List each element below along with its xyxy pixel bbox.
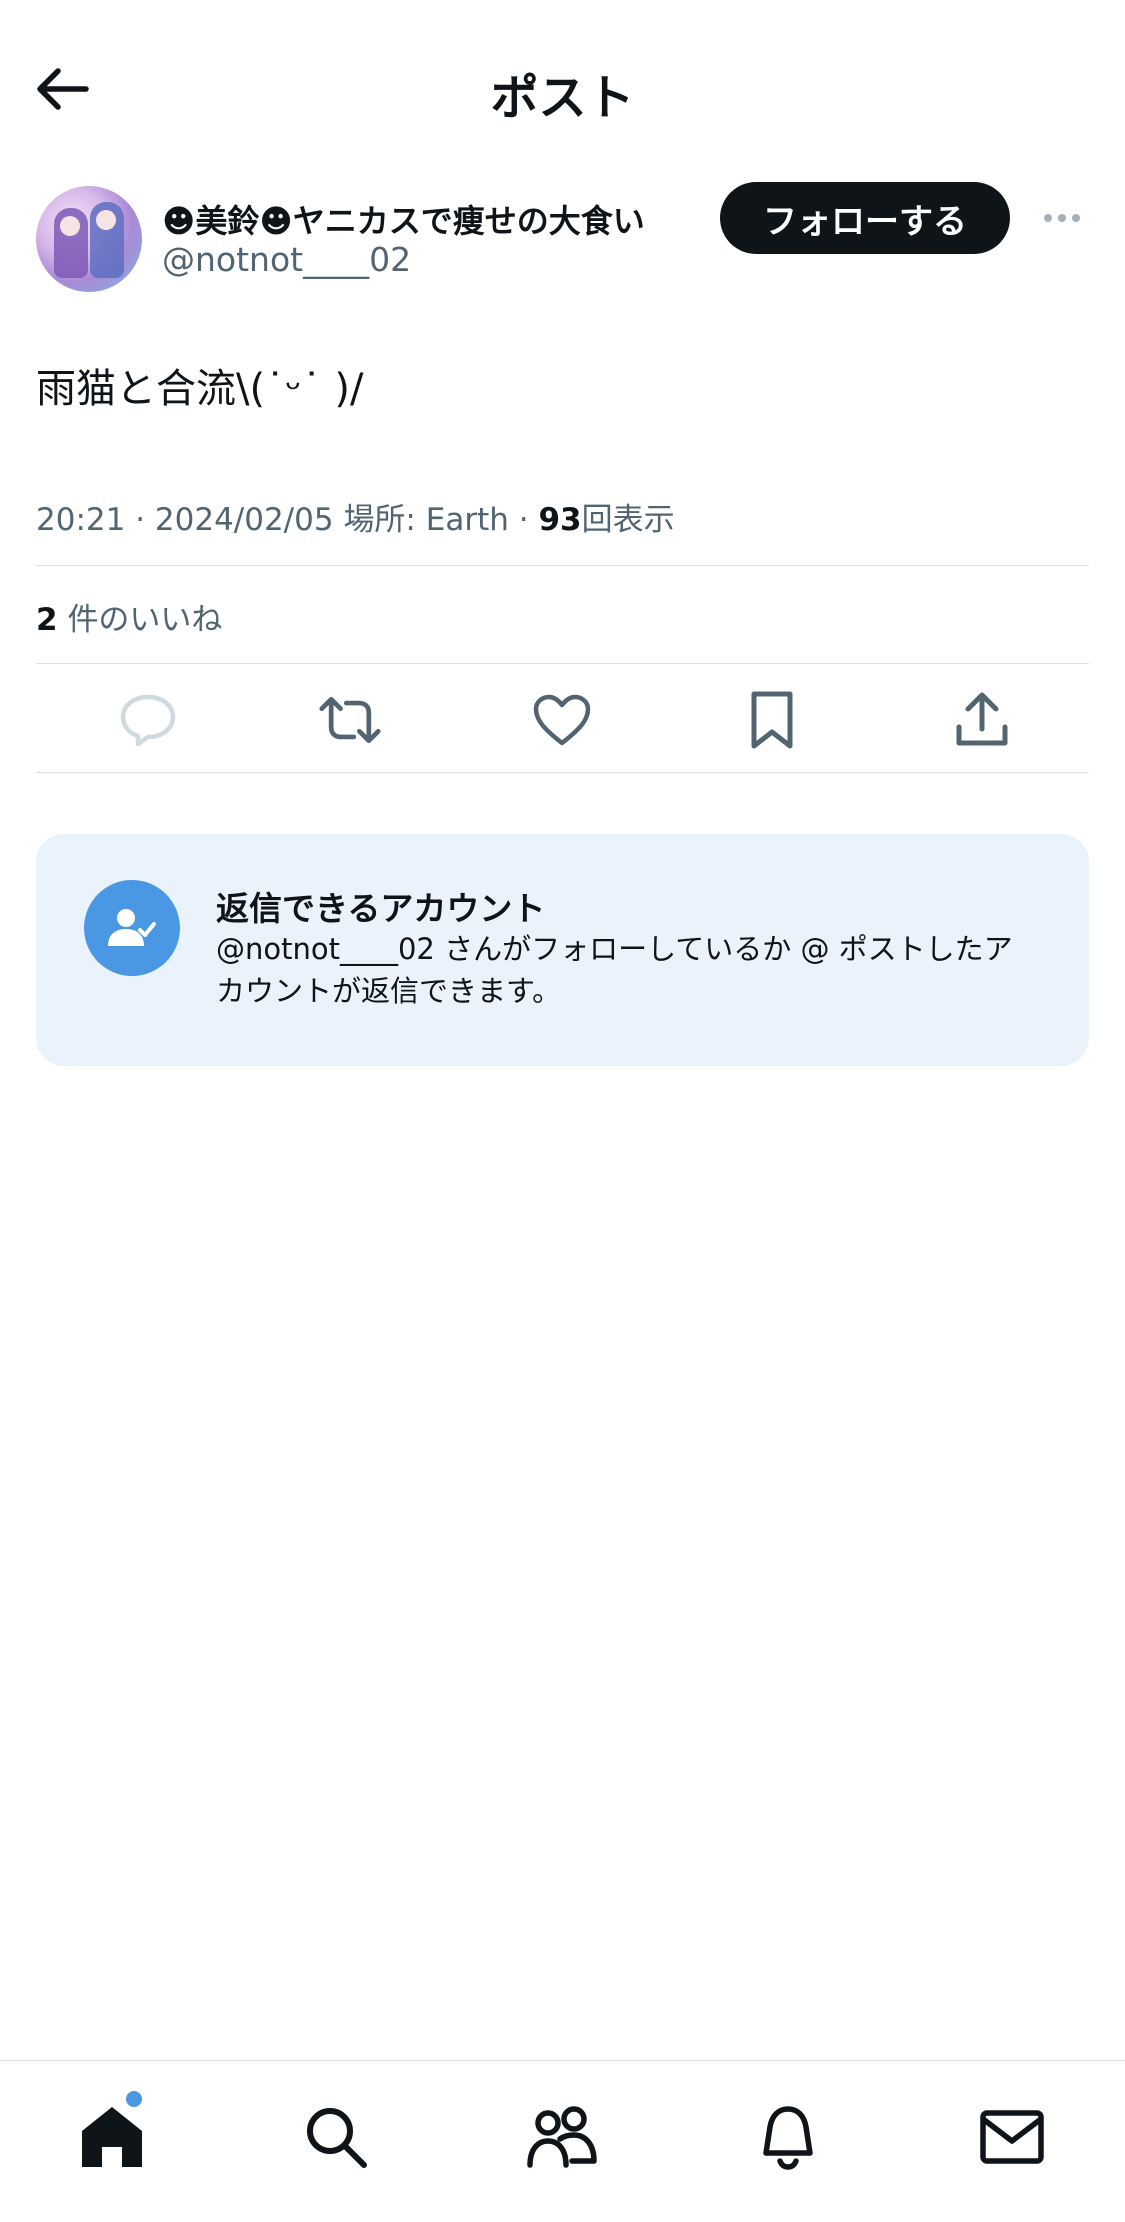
like-icon [533,694,591,746]
post-text: 雨猫と合流\(˙ᵕ˙ )/ [36,366,364,412]
search-icon [307,2108,367,2168]
more-options-button[interactable] [1038,200,1086,236]
user-check-icon [84,880,180,976]
top-bar: ポスト [0,0,1125,180]
post-action-bar [36,664,1089,772]
divider [36,565,1089,566]
home-icon [82,2107,142,2167]
views-label: 回表示 [581,502,675,538]
like-button[interactable] [530,688,594,752]
notifications-icon [763,2106,813,2170]
author-display-name[interactable]: ☻美鈴☻ヤニカスで痩せの大食い [162,196,645,242]
home-badge [124,2089,144,2109]
more-horizontal-icon [1044,214,1052,222]
likes-summary[interactable]: 2 件のいいね [36,594,222,639]
post-meta: 20:21 · 2024/02/05 場所: Earth · 93回表示 [36,494,675,539]
meta-separator: · [518,502,529,538]
reply-restriction-card: 返信できるアカウント @notnot____02 さんがフォローしているか @ … [36,834,1089,1066]
post-timestamp[interactable]: 20:21 · 2024/02/05 [36,502,334,538]
divider [36,772,1089,773]
bottom-nav [0,2060,1125,2222]
page-title: ポスト [490,70,635,126]
repost-button[interactable] [318,688,382,752]
retweet-icon [319,696,381,744]
reply-restriction-title: 返信できるアカウント [216,889,546,928]
avatar[interactable] [36,186,142,292]
views-count: 93 [538,502,582,538]
messages-icon [980,2110,1044,2164]
nav-search[interactable] [298,2099,374,2175]
post-author: ☻美鈴☻ヤニカスで痩せの大食い @notnot____02 フォローする [0,180,1125,300]
nav-home[interactable] [74,2099,150,2175]
nav-messages[interactable] [974,2099,1050,2175]
share-icon [956,692,1008,746]
likes-label: 件のいいね [67,602,223,638]
bookmark-button[interactable] [740,688,804,752]
author-handle[interactable]: @notnot____02 [162,240,411,279]
nav-notifications[interactable] [750,2099,826,2175]
bookmark-icon [751,691,793,749]
nav-communities[interactable] [524,2099,600,2175]
reply-icon [120,694,176,747]
follow-button[interactable]: フォローする [720,182,1010,254]
likes-count: 2 [36,602,58,638]
reply-button[interactable] [116,688,180,752]
post-location: 場所: Earth [343,502,509,538]
communities-icon [527,2106,597,2168]
share-button[interactable] [950,688,1014,752]
reply-restriction-text: @notnot____02 さんがフォローしているか @ ポストしたアカウントが… [216,932,1013,1008]
